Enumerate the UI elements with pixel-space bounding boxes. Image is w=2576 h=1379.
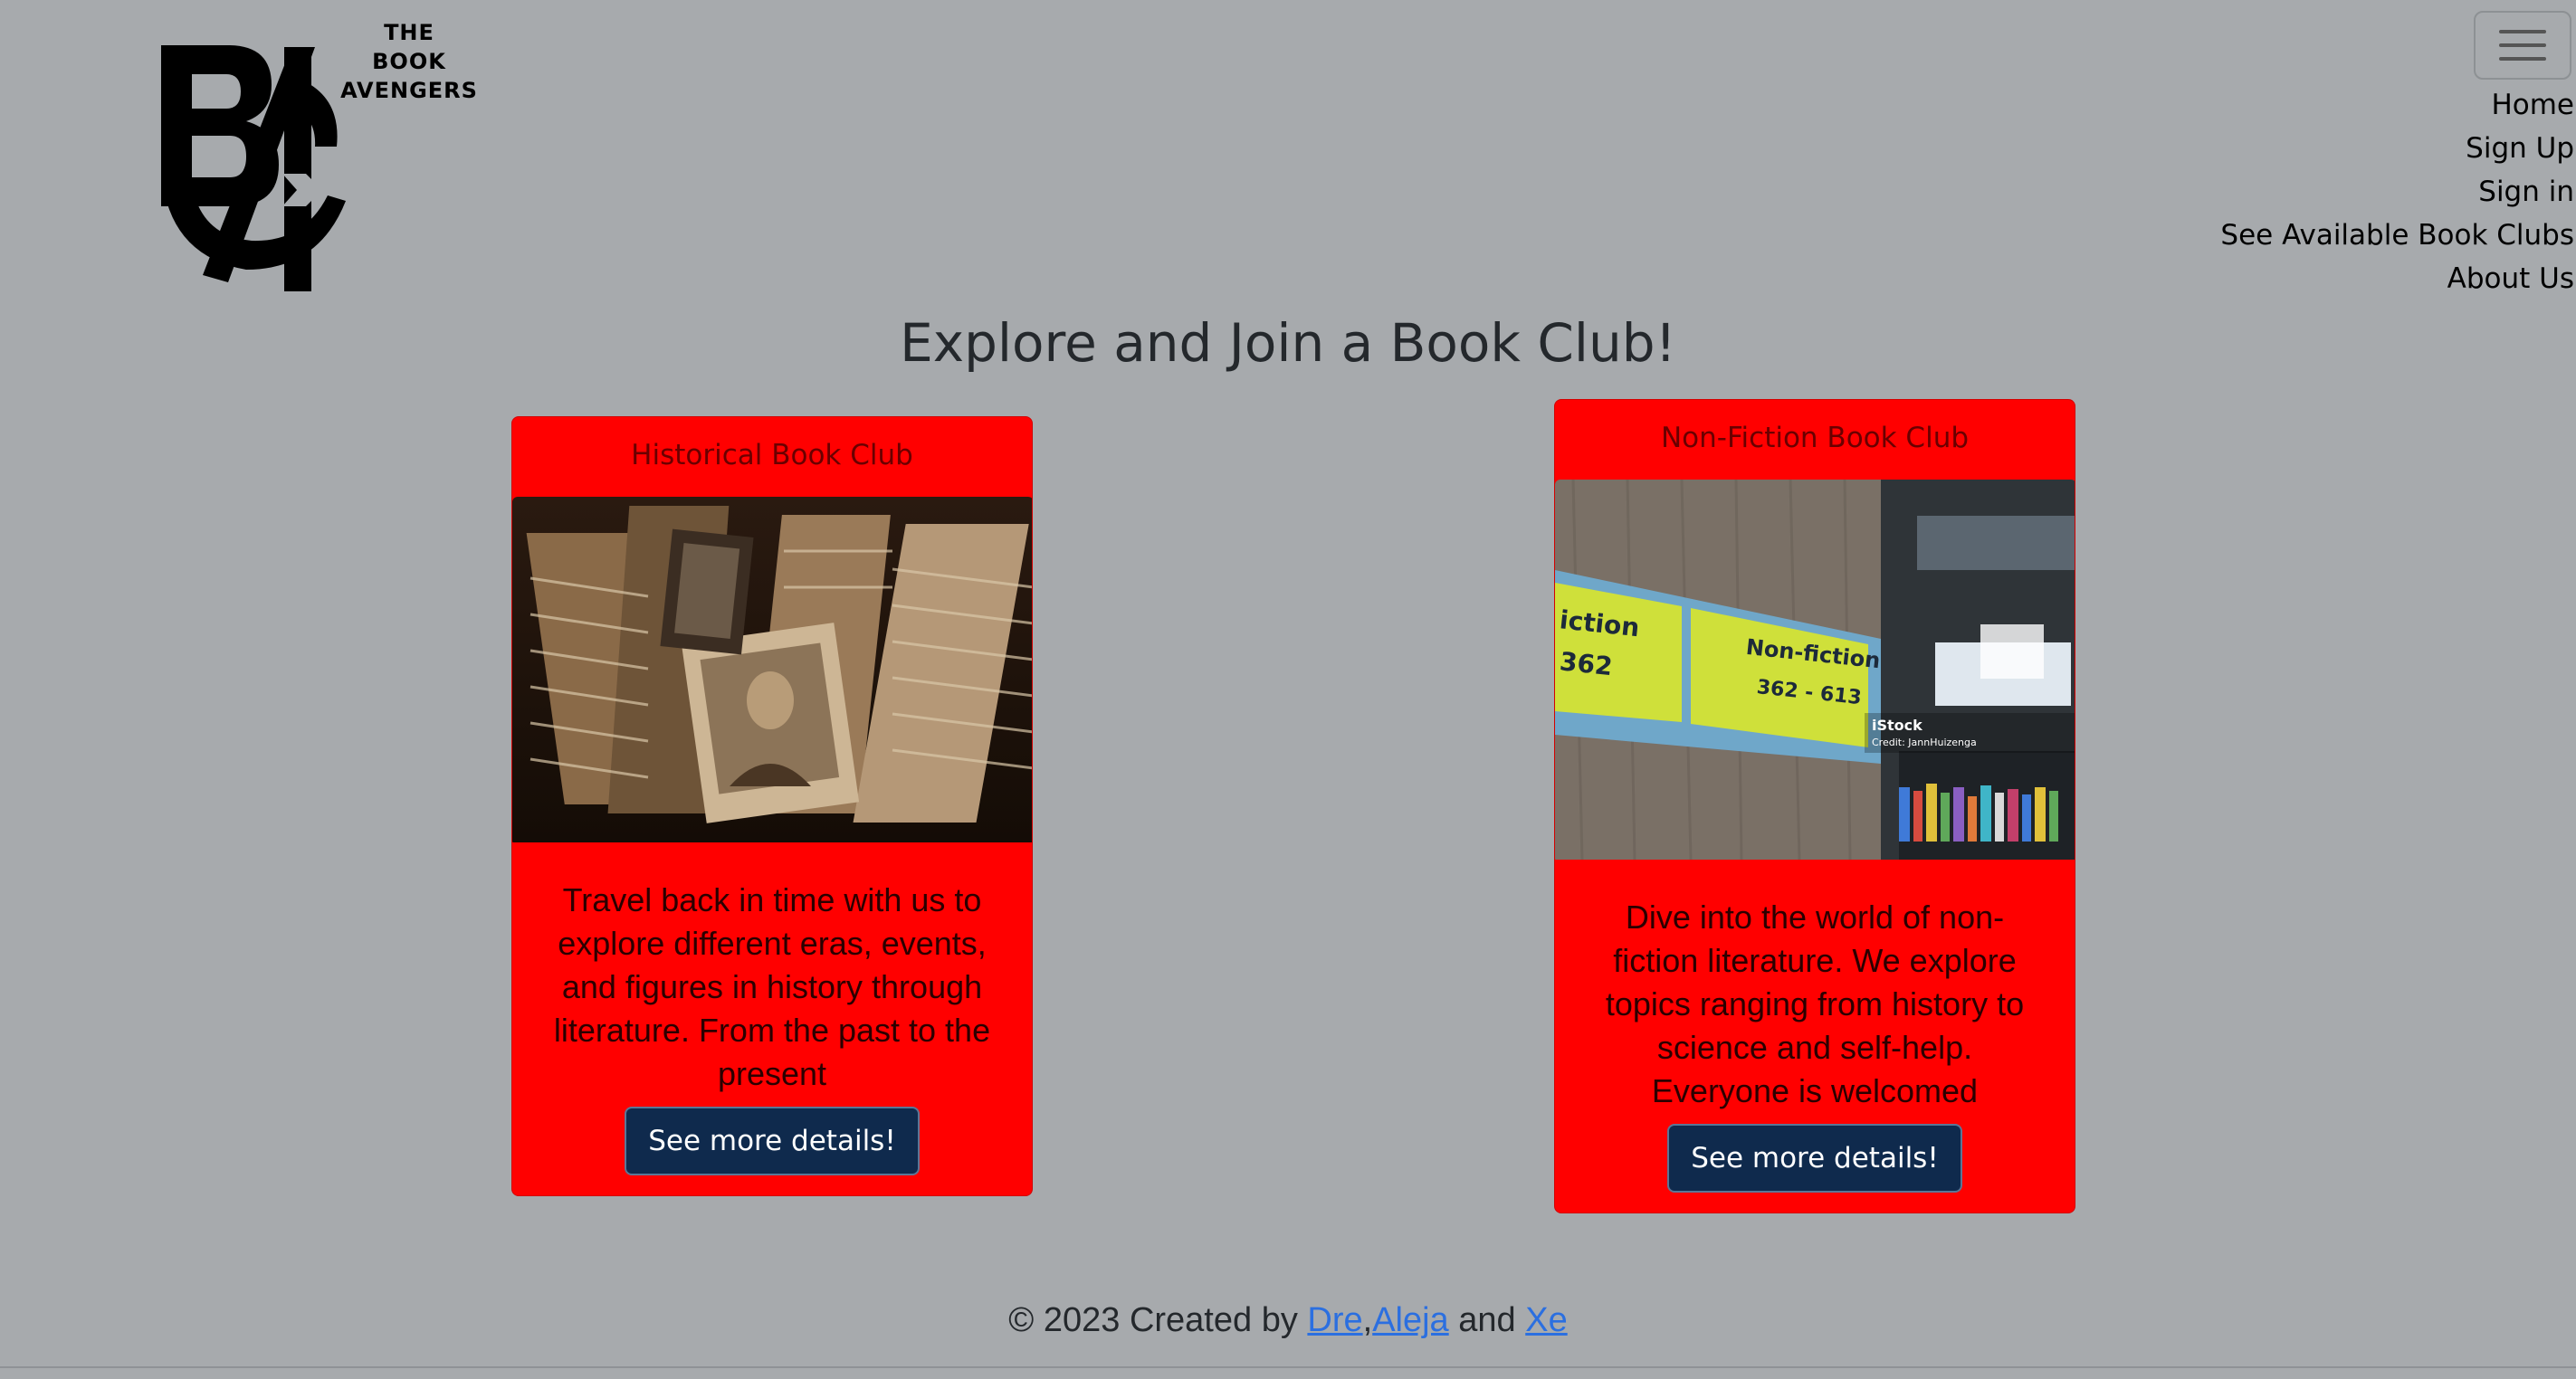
menu-bar: [2499, 57, 2546, 61]
nav-sign-in-link[interactable]: Sign in: [2220, 170, 2574, 214]
nav-sign-up-link[interactable]: Sign Up: [2220, 127, 2574, 170]
footer: © 2023 Created by Dre,Aleja and Xe: [0, 1301, 2576, 1340]
nav-about-link[interactable]: About Us: [2220, 257, 2574, 300]
see-more-details-button[interactable]: See more details!: [1667, 1124, 1962, 1193]
card-title: Non-Fiction Book Club: [1660, 422, 1970, 454]
logo-line-2: BOOK: [372, 49, 446, 74]
footer-link-xe[interactable]: Xe: [1525, 1301, 1567, 1339]
see-more-details-button[interactable]: See more details!: [625, 1107, 920, 1175]
card-image-historical: [512, 497, 1032, 846]
footer-separator: ,: [1362, 1301, 1373, 1339]
card-title: Historical Book Club: [631, 439, 913, 471]
menu-bar: [2499, 30, 2546, 33]
footer-link-dre[interactable]: Dre: [1307, 1301, 1362, 1339]
brand-logo[interactable]: THE BOOK AVENGERS: [156, 18, 500, 291]
logo-monogram-icon: [161, 45, 346, 291]
logo-line-1: THE: [384, 20, 434, 45]
book-club-card-historical: Historical Book Club Travel back in time…: [511, 416, 1033, 1196]
watermark-brand: iStock: [1872, 717, 1922, 734]
footer-divider: [0, 1366, 2576, 1368]
logo-wordmark: THE BOOK AVENGERS: [332, 18, 486, 105]
hamburger-menu-icon[interactable]: [2474, 11, 2571, 80]
menu-bar: [2499, 43, 2546, 47]
page-title: Explore and Join a Book Club!: [900, 312, 1676, 374]
logo-line-3: AVENGERS: [340, 78, 478, 103]
footer-prefix: © 2023 Created by: [1008, 1301, 1308, 1339]
card-description: Dive into the world of non-fiction liter…: [1605, 899, 2025, 1109]
card-image-nonfiction: iction 362 Non-fiction 362 - 613 iStock …: [1555, 480, 2075, 863]
footer-link-aleja[interactable]: Aleja: [1372, 1301, 1449, 1339]
nav-home-link[interactable]: Home: [2220, 83, 2574, 127]
book-club-card-nonfiction: Non-Fiction Book Club iction 362 Non-fic…: [1554, 399, 2075, 1213]
card-description: Travel back in time with us to explore d…: [553, 881, 991, 1092]
sign-number-fragment: 362: [1559, 646, 1615, 681]
watermark-credit: Credit: JannHuizenga: [1872, 737, 1977, 748]
footer-separator: and: [1448, 1301, 1526, 1339]
main-nav: Home Sign Up Sign in See Available Book …: [2220, 83, 2574, 300]
nav-book-clubs-link[interactable]: See Available Book Clubs: [2220, 214, 2574, 257]
